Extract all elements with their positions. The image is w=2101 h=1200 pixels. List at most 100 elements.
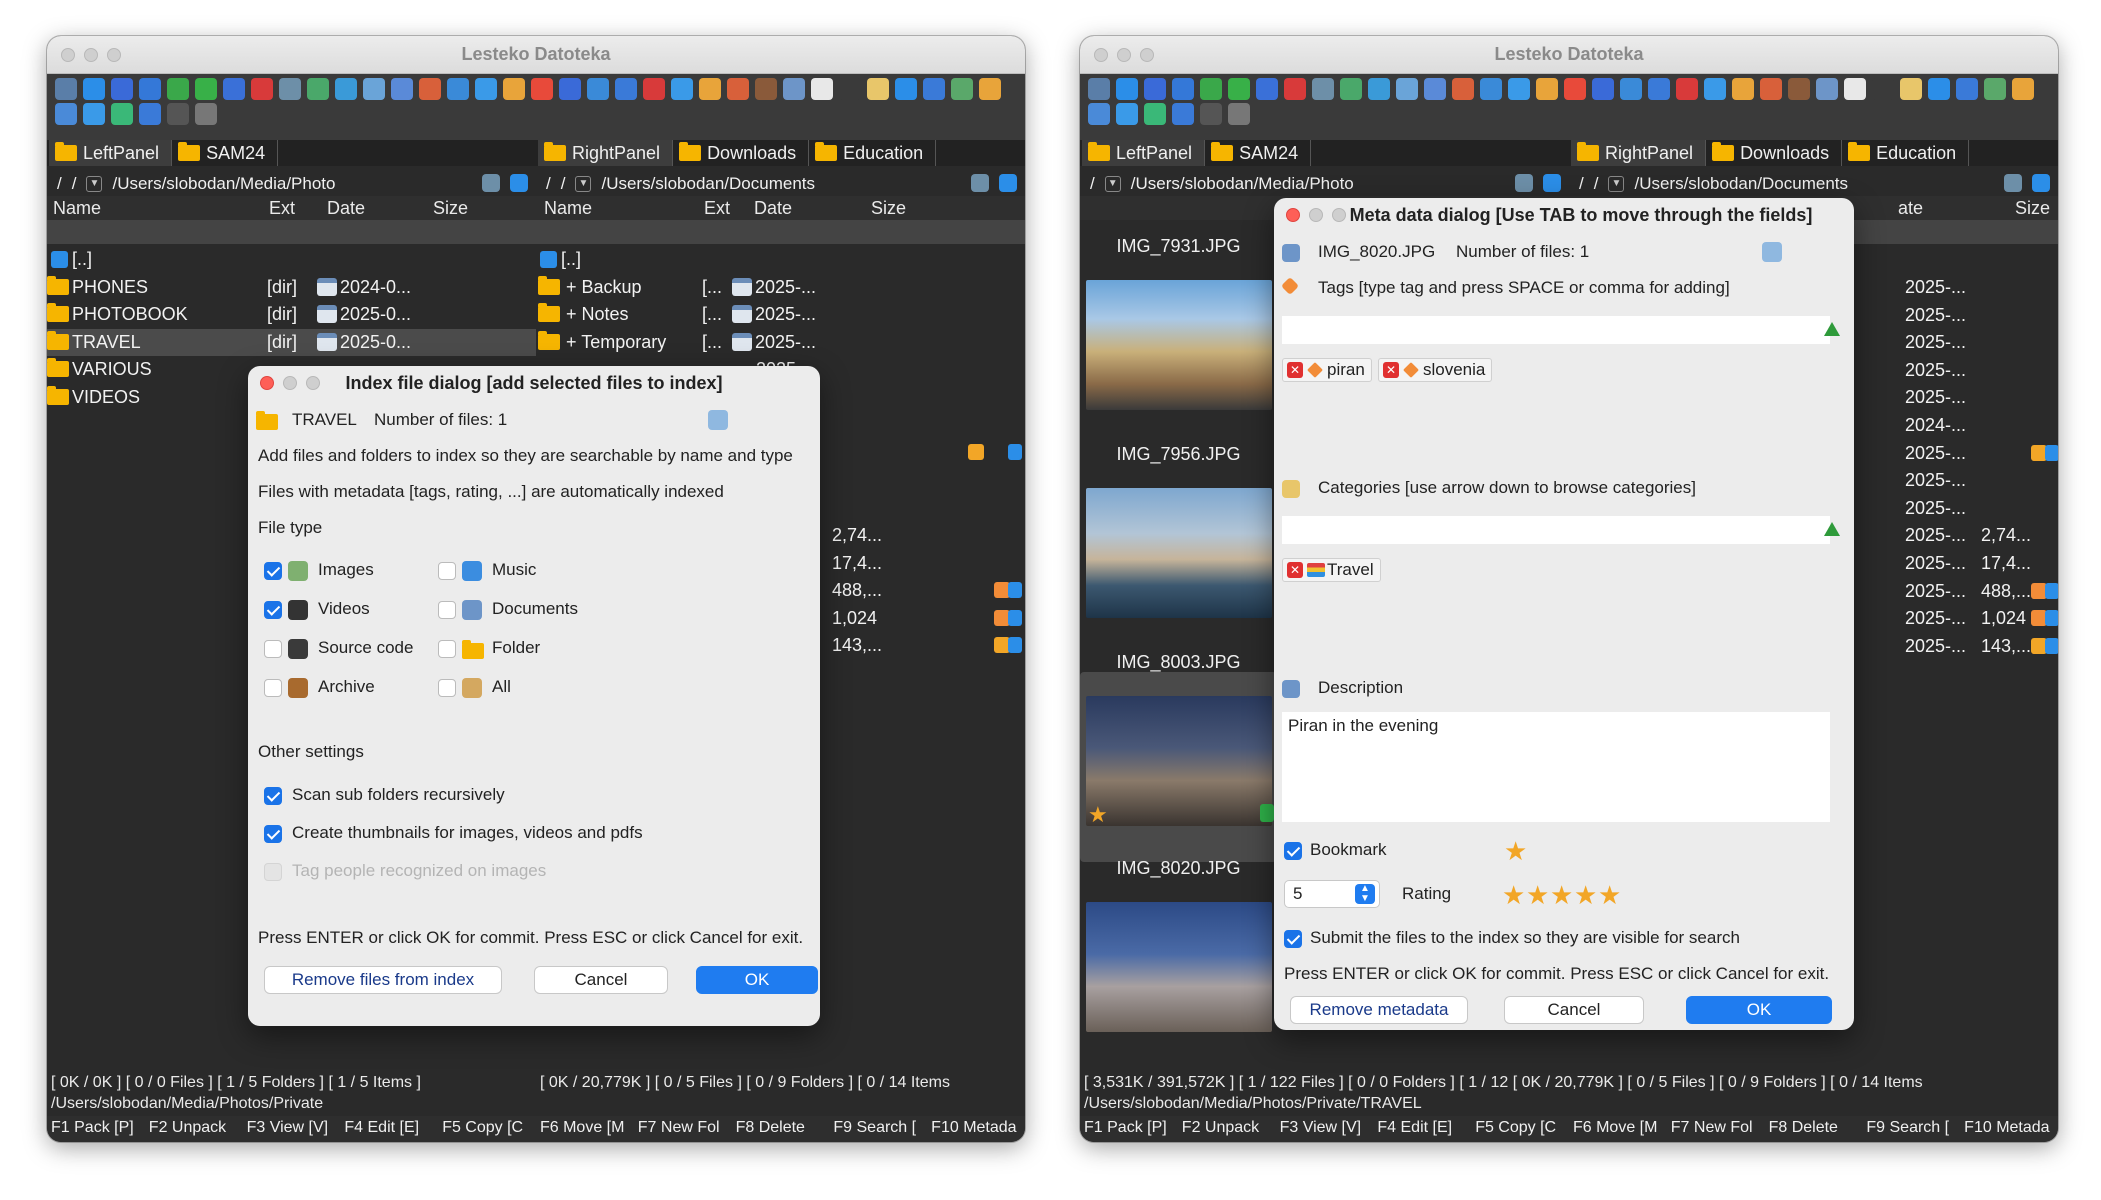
- add-tag-arrow-icon[interactable]: [1824, 322, 1840, 336]
- all-checkbox[interactable]: [438, 679, 456, 697]
- toolbar-button-icon[interactable]: [1844, 78, 1866, 100]
- toolbar-button-icon[interactable]: [167, 78, 189, 100]
- toolbar-button-icon[interactable]: [979, 78, 1001, 100]
- up-folder-icon[interactable]: [999, 174, 1017, 192]
- toolbar-button-icon[interactable]: [83, 103, 105, 125]
- right-path-text[interactable]: /Users/slobodan/Documents: [1634, 174, 1848, 194]
- function-key-button[interactable]: F9 Search [: [829, 1116, 927, 1142]
- toolbar-button-icon[interactable]: [951, 78, 973, 100]
- close-button[interactable]: [61, 48, 75, 62]
- list-item[interactable]: [..]: [47, 246, 536, 274]
- source-code-checkbox[interactable]: [264, 640, 282, 658]
- toolbar-button-icon[interactable]: [1228, 78, 1250, 100]
- col-ext[interactable]: Ext: [704, 198, 730, 219]
- toolbar-button-icon[interactable]: [1088, 78, 1110, 100]
- toolbar-button-icon[interactable]: [1172, 78, 1194, 100]
- thumbnail-label[interactable]: IMG_7956.JPG: [1080, 444, 1277, 465]
- path-dropdown-icon[interactable]: ▼: [1104, 176, 1121, 192]
- cancel-button[interactable]: Cancel: [534, 966, 668, 994]
- function-key-button[interactable]: F6 Move [M: [1569, 1116, 1667, 1142]
- col-name[interactable]: Name: [53, 198, 101, 219]
- function-key-button[interactable]: F7 New Fol: [634, 1116, 732, 1142]
- toolbar-button-icon[interactable]: [1116, 78, 1138, 100]
- toolbar-button-icon[interactable]: [195, 78, 217, 100]
- thumbnail-label[interactable]: IMG_8003.JPG: [1080, 652, 1277, 673]
- toolbar-button-icon[interactable]: [811, 78, 833, 100]
- function-key-button[interactable]: F4 Edit [E]: [340, 1116, 438, 1142]
- calendar-icon[interactable]: [1762, 242, 1782, 262]
- path-dropdown-icon[interactable]: ▼: [1608, 176, 1625, 192]
- zoom-button[interactable]: [107, 48, 121, 62]
- toolbar-button-icon[interactable]: [167, 103, 189, 125]
- toolbar-button-icon[interactable]: [755, 78, 777, 100]
- toolbar-button-icon[interactable]: [419, 78, 441, 100]
- up-folder-icon[interactable]: [1543, 174, 1561, 192]
- history-icon[interactable]: [1515, 174, 1533, 192]
- remove-tag-icon[interactable]: ✕: [1287, 362, 1303, 378]
- tab-downloads[interactable]: Downloads: [673, 140, 810, 166]
- toolbar-button-icon[interactable]: [923, 78, 945, 100]
- ok-button[interactable]: OK: [696, 966, 818, 994]
- toolbar-button-icon[interactable]: [531, 78, 553, 100]
- rating-star-icon[interactable]: ★: [1526, 882, 1549, 908]
- submit-to-index-checkbox[interactable]: [1284, 930, 1302, 948]
- list-item[interactable]: PHOTOBOOK [dir] 2025-0...: [47, 301, 536, 329]
- documents-checkbox[interactable]: [438, 601, 456, 619]
- toolbar-button-icon[interactable]: [195, 103, 217, 125]
- function-key-button[interactable]: F5 Copy [C: [438, 1116, 536, 1142]
- images-checkbox[interactable]: [264, 562, 282, 580]
- toolbar-button-icon[interactable]: [251, 78, 273, 100]
- toolbar-button-icon[interactable]: [1732, 78, 1754, 100]
- toolbar-button-icon[interactable]: [1564, 78, 1586, 100]
- thumbnail-label[interactable]: IMG_7931.JPG: [1080, 236, 1277, 257]
- toolbar-button-icon[interactable]: [1116, 103, 1138, 125]
- stepper-arrows-icon[interactable]: ▲ ▼: [1355, 884, 1375, 904]
- thumbnail-label[interactable]: IMG_8020.JPG: [1080, 858, 1277, 879]
- right-path-text[interactable]: /Users/slobodan/Documents: [601, 174, 815, 194]
- toolbar-button-icon[interactable]: [1144, 78, 1166, 100]
- remove-category-icon[interactable]: ✕: [1287, 562, 1303, 578]
- zoom-button[interactable]: [1140, 48, 1154, 62]
- path-dropdown-icon[interactable]: ▼: [575, 176, 592, 192]
- function-key-button[interactable]: F2 Unpack: [145, 1116, 243, 1142]
- tab-education[interactable]: Education: [809, 140, 937, 166]
- function-key-button[interactable]: F3 View [V]: [1276, 1116, 1374, 1142]
- toolbar-button-icon[interactable]: [1760, 78, 1782, 100]
- toolbar-button-icon[interactable]: [783, 78, 805, 100]
- category-chip[interactable]: ✕ Travel: [1282, 558, 1381, 582]
- thumbnail-image[interactable]: [1086, 488, 1272, 618]
- toolbar-button-icon[interactable]: [391, 78, 413, 100]
- col-size[interactable]: Size: [871, 198, 906, 219]
- toolbar-button-icon[interactable]: [895, 78, 917, 100]
- toolbar-button-icon[interactable]: [279, 78, 301, 100]
- function-key-button[interactable]: F8 Delete: [732, 1116, 830, 1142]
- col-date[interactable]: Date: [327, 198, 365, 219]
- close-button[interactable]: [1286, 208, 1300, 222]
- toolbar-button-icon[interactable]: [1256, 78, 1278, 100]
- toolbar-button-icon[interactable]: [1172, 103, 1194, 125]
- up-folder-icon[interactable]: [510, 174, 528, 192]
- toolbar-button-icon[interactable]: [1676, 78, 1698, 100]
- toolbar-button-icon[interactable]: [1424, 78, 1446, 100]
- toolbar-button-icon[interactable]: [1228, 103, 1250, 125]
- toolbar-button-icon[interactable]: [839, 78, 861, 100]
- toolbar-button-icon[interactable]: [1508, 78, 1530, 100]
- toolbar-button-icon[interactable]: [1900, 78, 1922, 100]
- ok-button[interactable]: OK: [1686, 996, 1832, 1024]
- toolbar-button-icon[interactable]: [727, 78, 749, 100]
- toolbar-button-icon[interactable]: [1200, 78, 1222, 100]
- function-key-button[interactable]: F1 Pack [P]: [47, 1116, 145, 1142]
- col-date[interactable]: ate: [1898, 198, 1923, 219]
- list-item[interactable]: + Backup [... 2025-...: [536, 274, 1025, 302]
- toolbar-button-icon[interactable]: [447, 78, 469, 100]
- list-item[interactable]: + Temporary [... 2025-...: [536, 329, 1025, 357]
- function-key-button[interactable]: F10 Metada: [927, 1116, 1025, 1142]
- thumbnail-image[interactable]: [1086, 696, 1272, 826]
- toolbar-button-icon[interactable]: [699, 78, 721, 100]
- col-name[interactable]: Name: [544, 198, 592, 219]
- history-icon[interactable]: [971, 174, 989, 192]
- archive-checkbox[interactable]: [264, 679, 282, 697]
- categories-input[interactable]: [1282, 516, 1830, 544]
- remove-from-index-button[interactable]: Remove files from index: [264, 966, 502, 994]
- toolbar-button-icon[interactable]: [223, 78, 245, 100]
